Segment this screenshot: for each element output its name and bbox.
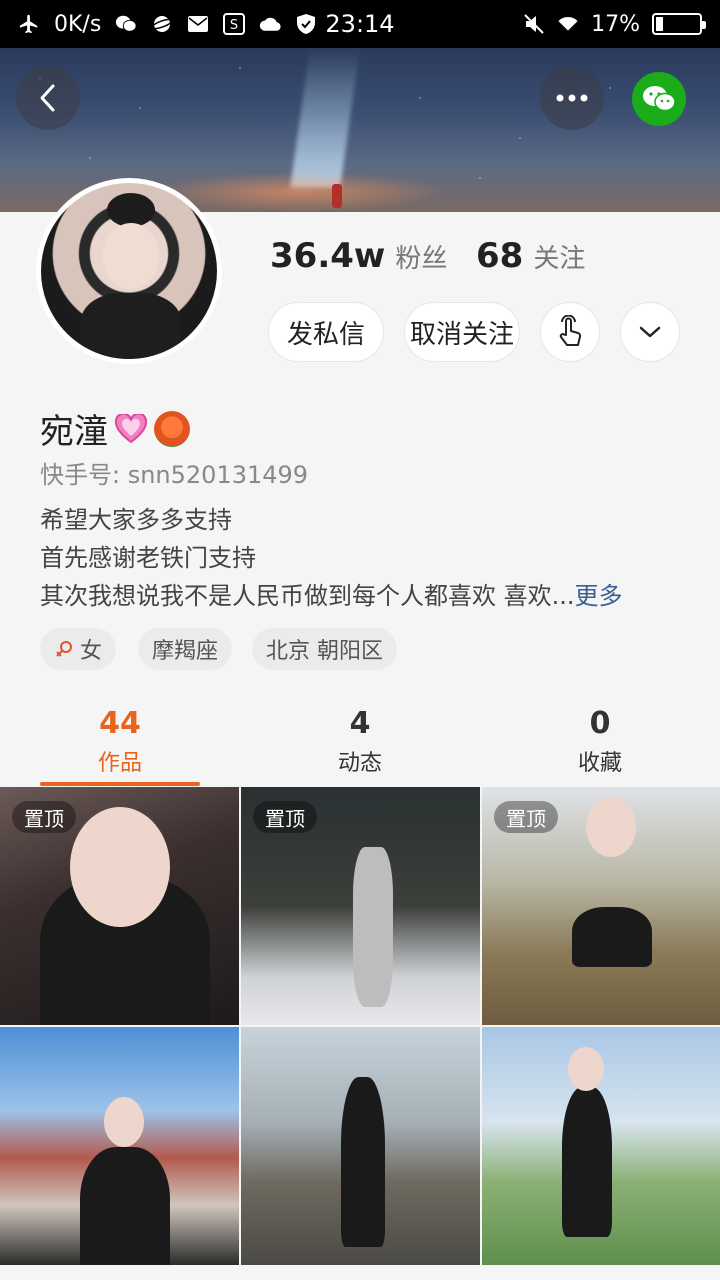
work-thumbnail[interactable]: 置顶 xyxy=(241,787,480,1025)
zodiac-tag: 摩羯座 xyxy=(138,628,233,670)
wechat-notify-icon xyxy=(115,13,137,35)
more-button[interactable] xyxy=(540,66,604,130)
mail-icon xyxy=(187,13,209,35)
tab-moments[interactable]: 4 动态 xyxy=(280,706,440,777)
chevron-down-icon xyxy=(639,326,661,338)
bio-line-3: 其次我想说我不是人民币做到每个人都喜欢 喜欢...更多 xyxy=(40,576,623,611)
poke-button[interactable] xyxy=(540,302,600,362)
unfollow-button[interactable]: 取消关注 xyxy=(404,302,520,362)
avatar[interactable] xyxy=(36,178,222,364)
shield-icon xyxy=(295,13,317,35)
tab-moments-count: 4 xyxy=(349,706,371,741)
pink-heart-icon xyxy=(114,413,148,443)
wechat-share-button[interactable] xyxy=(632,72,686,126)
zodiac-label: 摩羯座 xyxy=(152,639,219,664)
active-tab-indicator xyxy=(40,782,200,786)
gender-label: 女 xyxy=(80,639,103,664)
rose-icon xyxy=(154,410,190,447)
kuaishou-id: 快手号: snn520131499 xyxy=(40,461,309,489)
send-message-button[interactable]: 发私信 xyxy=(268,302,384,362)
location-label: 北京 朝阳区 xyxy=(266,639,383,664)
tab-works-count: 44 xyxy=(99,706,141,741)
female-icon xyxy=(56,641,72,657)
pinned-badge: 置顶 xyxy=(494,801,558,833)
work-thumbnail[interactable] xyxy=(241,1027,480,1265)
battery-percent: 17% xyxy=(591,11,640,37)
svg-text:S: S xyxy=(230,18,238,33)
tab-works[interactable]: 44 作品 xyxy=(40,706,200,777)
battery-icon xyxy=(652,13,706,35)
hand-tap-icon xyxy=(559,315,582,346)
following-label: 关注 xyxy=(533,244,586,274)
airplane-icon xyxy=(18,13,40,35)
following-stat[interactable]: 68 关注 xyxy=(476,236,585,276)
work-thumbnail[interactable]: 置顶 xyxy=(0,787,239,1025)
location-tag: 北京 朝阳区 xyxy=(252,628,397,670)
work-thumbnail[interactable] xyxy=(482,1027,720,1265)
chevron-left-icon xyxy=(40,84,55,112)
bio-more-link[interactable]: 更多 xyxy=(575,582,623,610)
tab-works-label: 作品 xyxy=(97,751,142,776)
cloud-icon xyxy=(259,13,281,35)
net-speed: 0K/s xyxy=(54,11,102,37)
back-button[interactable] xyxy=(16,66,80,130)
pinned-badge: 置顶 xyxy=(12,801,76,833)
wifi-icon xyxy=(557,13,579,35)
work-thumbnail[interactable]: 置顶 xyxy=(482,787,720,1025)
s-app-icon: S xyxy=(223,13,246,35)
work-thumbnail[interactable] xyxy=(0,1027,239,1265)
status-bar: 0K/s S 23:14 17% xyxy=(0,0,720,48)
fans-label: 粉丝 xyxy=(395,244,448,274)
fans-count: 36.4w xyxy=(270,236,386,276)
tab-favorites-label: 收藏 xyxy=(577,751,622,776)
pinned-badge: 置顶 xyxy=(253,801,317,833)
tab-favorites[interactable]: 0 收藏 xyxy=(520,706,680,777)
tab-moments-label: 动态 xyxy=(337,751,382,776)
works-grid: 置顶 置顶 置顶 xyxy=(0,787,720,1280)
profile-name-text: 宛潼 xyxy=(40,412,108,452)
wechat-icon xyxy=(643,86,676,112)
tab-favorites-count: 0 xyxy=(589,706,611,741)
expand-button[interactable] xyxy=(620,302,680,362)
profile-name: 宛潼 xyxy=(40,404,190,453)
bio-line-1: 希望大家多多支持 xyxy=(40,506,232,534)
mute-icon xyxy=(523,13,545,35)
bio-line-2: 首先感谢老铁门支持 xyxy=(40,544,256,572)
following-count: 68 xyxy=(476,236,524,276)
bio-line-3-text: 其次我想说我不是人民币做到每个人都喜欢 喜欢... xyxy=(40,582,575,610)
planet-icon xyxy=(151,13,174,35)
fans-stat[interactable]: 36.4w 粉丝 xyxy=(270,236,447,276)
ellipsis-icon xyxy=(556,94,588,102)
gender-tag: 女 xyxy=(40,628,117,670)
